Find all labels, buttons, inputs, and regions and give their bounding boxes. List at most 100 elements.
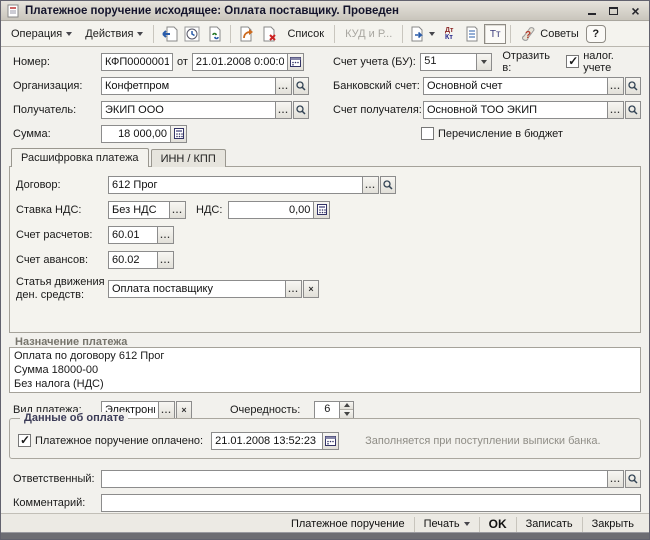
calendar-button[interactable] (288, 53, 304, 71)
responsible-select-button[interactable]: ... (608, 470, 624, 488)
number-row: Номер: от (13, 52, 304, 71)
toolbar-separator (334, 25, 335, 43)
calendar-icon (290, 56, 301, 67)
posting-result-button[interactable] (461, 24, 483, 44)
settlement-account-input[interactable] (108, 226, 158, 244)
cash-flow-item-input[interactable] (108, 280, 286, 298)
list-button[interactable]: Список (281, 24, 330, 44)
budget-transfer-checkbox[interactable] (421, 127, 434, 140)
contract-row: Договор: ... (16, 175, 396, 194)
number-input[interactable] (101, 53, 173, 71)
vat-calculator-button[interactable] (314, 201, 330, 219)
tt-toggle-button[interactable]: Тт (484, 24, 506, 44)
advance-account-input[interactable] (108, 251, 158, 269)
contract-open-button[interactable] (380, 176, 396, 194)
organization-open-button[interactable] (293, 77, 309, 95)
vat-rate-label: Ставка НДС: (16, 204, 108, 216)
bank-account-select-button[interactable]: ... (608, 77, 624, 95)
doc-lines-icon (464, 26, 480, 42)
account-bu-dropdown-button[interactable] (477, 53, 493, 71)
maximize-button[interactable] (605, 3, 622, 18)
toolbar-separator (153, 25, 154, 43)
responsible-open-button[interactable] (625, 470, 641, 488)
account-bu-combo[interactable]: 51 (420, 53, 477, 71)
cash-flow-item-select-button[interactable]: ... (286, 280, 302, 298)
number-label: Номер: (13, 56, 101, 68)
settlement-account-select-button[interactable]: ... (158, 226, 174, 244)
toolbar: Операция Действия (1, 22, 649, 47)
calculator-icon (317, 204, 327, 215)
post-document-button[interactable] (204, 24, 226, 44)
tab-bar: Расшифровка платежа ИНН / КПП (11, 148, 228, 167)
magnifier-icon (296, 81, 306, 91)
toolbar-separator (402, 25, 403, 43)
reread-button[interactable] (158, 24, 180, 44)
comment-label: Комментарий: (13, 497, 101, 509)
tab-payment-details[interactable]: Расшифровка платежа (11, 148, 149, 167)
doc-post-arrows-icon (207, 26, 224, 42)
set-time-button[interactable] (181, 24, 203, 44)
doc-red-x-icon (261, 26, 278, 42)
operation-menu-button[interactable]: Операция (5, 24, 78, 44)
create-based-on-button[interactable] (407, 24, 437, 44)
copy-entry-button[interactable] (235, 24, 257, 44)
amount-label: Сумма: (13, 128, 101, 140)
recipient-account-select-button[interactable]: ... (608, 101, 624, 119)
amount-input[interactable] (101, 125, 171, 143)
paid-date-input[interactable] (211, 432, 323, 450)
paid-hint: Заполняется при поступлении выписки банк… (365, 435, 600, 447)
tax-accounting-checkbox[interactable] (566, 55, 579, 68)
cancel-posting-button[interactable] (258, 24, 280, 44)
minimize-button[interactable] (583, 3, 600, 18)
spinner-down-button[interactable] (340, 409, 353, 418)
close-button[interactable]: × (627, 3, 644, 18)
paid-checkbox[interactable] (18, 434, 31, 447)
paid-row: Платежное поручение оплачено: Заполняетс… (18, 431, 638, 450)
ok-button[interactable]: OK (480, 515, 516, 534)
actions-menu-button[interactable]: Действия (79, 24, 149, 44)
save-button[interactable]: Записать (517, 515, 582, 534)
help-button[interactable]: ? (586, 25, 606, 43)
spinner-up-button[interactable] (340, 402, 353, 410)
responsible-input[interactable] (101, 470, 608, 488)
vat-rate-input[interactable] (108, 201, 170, 219)
priority-input[interactable]: 6 (314, 401, 340, 419)
doc-curved-arrow-icon (238, 26, 255, 42)
purpose-textarea[interactable]: Оплата по договору 612 Прог Сумма 18000-… (9, 347, 641, 393)
vat-input[interactable] (228, 201, 314, 219)
close-window-button[interactable]: Закрыть (583, 515, 643, 534)
amount-calculator-button[interactable] (171, 125, 187, 143)
list-label: Список (287, 28, 324, 40)
cash-flow-item-clear-button[interactable]: × (303, 280, 319, 298)
recipient-account-open-button[interactable] (625, 101, 641, 119)
paid-calendar-button[interactable] (323, 432, 339, 450)
show-postings-button[interactable]: Дт Кт (438, 24, 460, 44)
advance-account-select-button[interactable]: ... (158, 251, 174, 269)
recipient-select-button[interactable]: ... (276, 101, 292, 119)
dt-kt-icon: Дт Кт (445, 27, 453, 41)
budget-transfer-row: Перечисление в бюджет (421, 124, 563, 143)
operation-label: Операция (11, 28, 62, 40)
contract-input[interactable] (108, 176, 363, 194)
recipient-input[interactable] (101, 101, 276, 119)
vat-rate-select-button[interactable]: ... (170, 201, 186, 219)
tab-inn-kpp[interactable]: ИНН / КПП (151, 149, 226, 167)
organization-input[interactable] (101, 77, 276, 95)
payment-order-print-form-button[interactable]: Платежное поручение (282, 515, 414, 534)
date-input[interactable] (192, 53, 288, 71)
recipient-account-input[interactable] (423, 101, 608, 119)
print-button[interactable]: Печать (415, 515, 479, 534)
comment-input[interactable] (101, 494, 641, 512)
clear-x-icon: × (308, 284, 313, 294)
bank-account-open-button[interactable] (625, 77, 641, 95)
recipient-open-button[interactable] (293, 101, 309, 119)
organization-select-button[interactable]: ... (276, 77, 292, 95)
tips-button[interactable]: ? Советы (515, 24, 584, 44)
organization-row: Организация: ... (13, 76, 309, 95)
payment-type-clear-button[interactable]: × (176, 401, 192, 419)
contract-select-button[interactable]: ... (363, 176, 379, 194)
bank-account-input[interactable] (423, 77, 608, 95)
priority-spinner[interactable] (340, 401, 354, 419)
priority-label: Очередность: (230, 404, 300, 416)
payment-type-select-button[interactable]: ... (159, 401, 175, 419)
